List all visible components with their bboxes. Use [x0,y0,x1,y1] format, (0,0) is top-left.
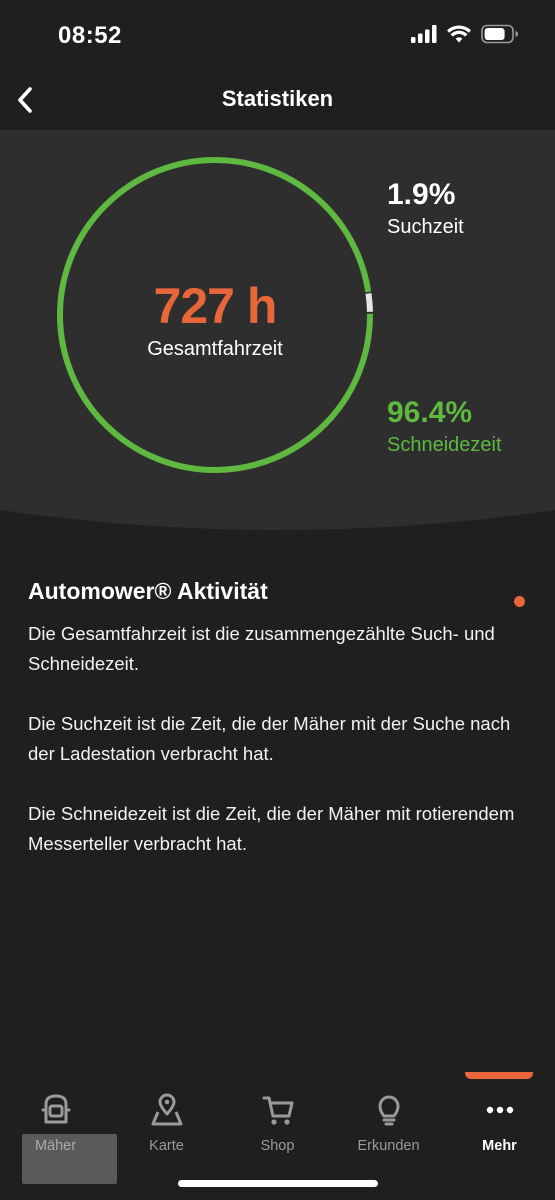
tab-label-erkunden: Erkunden [357,1138,420,1154]
status-icons [411,24,519,44]
tab-label-karte: Karte [149,1138,184,1154]
tab-mehr[interactable]: Mehr [444,1092,555,1154]
cart-icon [262,1096,293,1125]
home-indicator[interactable] [178,1180,378,1187]
tab-shop[interactable]: Shop [222,1092,333,1154]
info-paragraph-total: Die Gesamtfahrzeit ist die zusammengezäh… [28,623,495,674]
notification-dot [514,596,525,607]
battery-icon [481,24,518,44]
cutting-time-label: Schneidezeit [387,434,502,456]
lightbulb-icon [378,1095,399,1126]
total-time-value: 727 h [153,278,278,334]
search-time-stat: 1.9% Suchzeit [387,178,464,239]
cutting-time-percent: 96.4% [387,396,473,429]
watermark-text: MAUCH [28,1150,108,1175]
status-time: 08:52 [58,22,122,49]
search-time-percent: 1.9% [387,178,456,211]
more-dots-icon [486,1106,513,1114]
total-time-label: Gesamtfahrzeit [147,338,283,360]
tab-karte[interactable]: Karte [111,1092,222,1154]
cellular-signal-icon [411,25,437,43]
info-paragraph-search: Die Suchzeit ist die Zeit, die der Mäher… [28,713,511,764]
wifi-icon [447,25,471,43]
map-pin-icon [151,1093,182,1126]
info-paragraph-cutting: Die Schneidezeit ist die Zeit, die der M… [28,803,515,854]
total-time-display: 727 h Gesamtfahrzeit [55,278,375,361]
page-title: Statistiken [221,86,334,111]
tab-label-mehr: Mehr [482,1138,517,1154]
navigation-header: Statistiken [0,72,555,130]
tab-label-shop: Shop [260,1138,295,1154]
search-time-label: Suchzeit [387,216,464,238]
tab-erkunden[interactable]: Erkunden [333,1092,444,1154]
active-tab-indicator [465,1072,533,1079]
info-title: Automower® Aktivität [28,578,268,604]
activity-info: Automower® Aktivität Die Gesamtfahrzeit … [28,578,533,889]
mower-icon [41,1094,70,1124]
cutting-time-stat: 96.4% Schneidezeit [387,396,502,457]
status-bar: 08:52 [0,0,555,72]
